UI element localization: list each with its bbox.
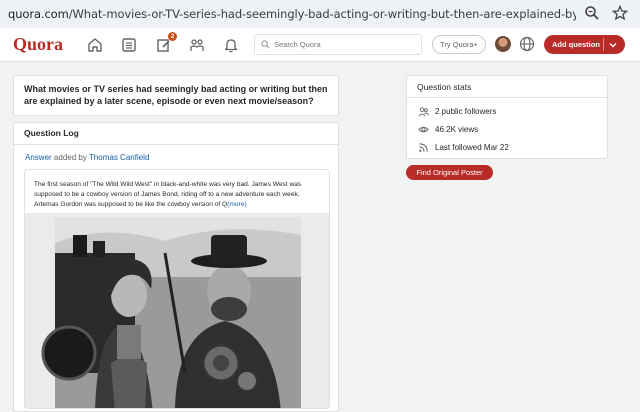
answer-notification-badge: 2 <box>168 32 177 41</box>
answer-link[interactable]: Answer <box>25 153 52 162</box>
home-icon[interactable] <box>86 36 104 54</box>
answer-image[interactable] <box>25 213 329 408</box>
followers-row: 2 public followers <box>418 106 496 117</box>
answer-preview[interactable]: The first season of "The Wild Wild West"… <box>24 169 330 409</box>
last-followed-date: Last followed Mar 22 <box>435 143 509 152</box>
answer-text-container: The first season of "The Wild Wild West"… <box>25 170 329 214</box>
url-domain: quora.com <box>8 7 69 21</box>
last-followed-row: Last followed Mar 22 <box>418 142 509 153</box>
question-stats-heading: Question stats <box>407 76 607 98</box>
question-log-heading: Question Log <box>14 123 338 145</box>
followers-icon <box>418 107 429 117</box>
question-title-card: What movies or TV series had seemingly b… <box>13 75 339 116</box>
search-input[interactable] <box>274 40 414 49</box>
author-link[interactable]: Thomas Canfield <box>89 153 149 162</box>
more-link[interactable]: (more) <box>227 201 246 208</box>
views-count: 46.2K views <box>435 125 479 134</box>
question-title[interactable]: What movies or TV series had seemingly b… <box>24 83 328 107</box>
added-by-text: added by <box>53 153 87 162</box>
add-question-label: Add question <box>552 40 600 49</box>
search-box[interactable] <box>254 34 422 55</box>
chevron-down-icon[interactable] <box>608 40 618 50</box>
search-icon <box>261 40 270 49</box>
find-original-poster-button[interactable]: Find Original Poster <box>406 165 493 180</box>
views-row: 46.2K views <box>418 124 478 135</box>
quora-header: Quora 2 Try Quora+ Add question <box>0 28 640 62</box>
zoom-icon[interactable] <box>584 5 602 23</box>
answer-text: The first season of "The Wild Wild West"… <box>34 181 302 208</box>
answer-added-line: Answer added by Thomas Canfield <box>25 153 149 162</box>
eye-icon <box>418 126 429 133</box>
avatar[interactable] <box>495 36 511 52</box>
following-icon[interactable] <box>120 36 138 54</box>
button-divider <box>603 38 604 51</box>
question-log-card: Question Log Answer added by Thomas Canf… <box>13 122 339 412</box>
notifications-icon[interactable] <box>222 36 240 54</box>
answer-icon[interactable]: 2 <box>155 32 177 54</box>
question-stats-card: Question stats 2 public followers 46.2K … <box>406 75 608 159</box>
url-text[interactable]: quora.com/What-movies-or-TV-series-had-s… <box>8 7 576 21</box>
followers-count[interactable]: 2 public followers <box>435 107 496 116</box>
try-quora-plus-button[interactable]: Try Quora+ <box>432 35 486 54</box>
star-icon[interactable] <box>611 4 630 23</box>
add-question-button[interactable]: Add question <box>544 35 625 54</box>
globe-icon[interactable] <box>519 36 535 52</box>
quora-logo[interactable]: Quora <box>13 34 63 55</box>
spaces-icon[interactable] <box>188 36 206 54</box>
browser-address-bar[interactable]: quora.com/What-movies-or-TV-series-had-s… <box>0 0 640 28</box>
url-path: /What-movies-or-TV-series-had-seemingly-… <box>68 7 576 21</box>
rss-icon <box>419 143 428 152</box>
